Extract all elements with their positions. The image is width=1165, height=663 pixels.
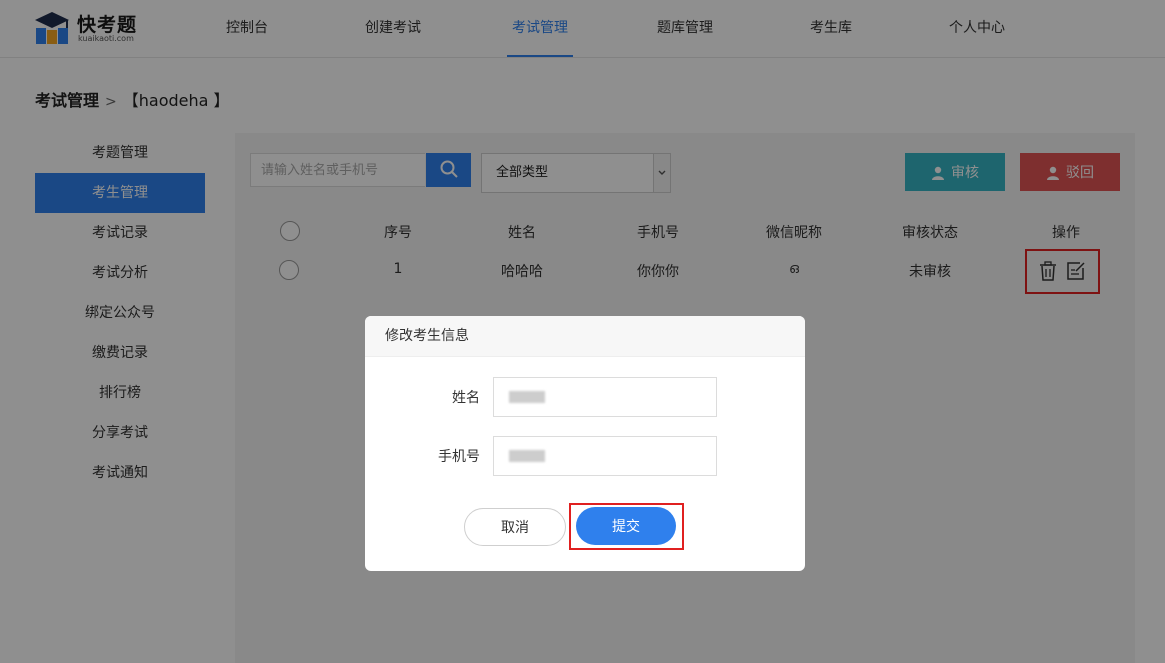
edit-candidate-modal: 修改考生信息 姓名 手机号 取消 提交 [365, 316, 805, 571]
cancel-button[interactable]: 取消 [464, 508, 566, 546]
submit-button[interactable]: 提交 [576, 507, 676, 545]
name-field-label: 姓名 [452, 390, 480, 406]
phone-field[interactable] [493, 436, 717, 476]
phone-field-label: 手机号 [438, 449, 480, 465]
modal-title: 修改考生信息 [365, 316, 805, 357]
name-field[interactable] [493, 377, 717, 417]
